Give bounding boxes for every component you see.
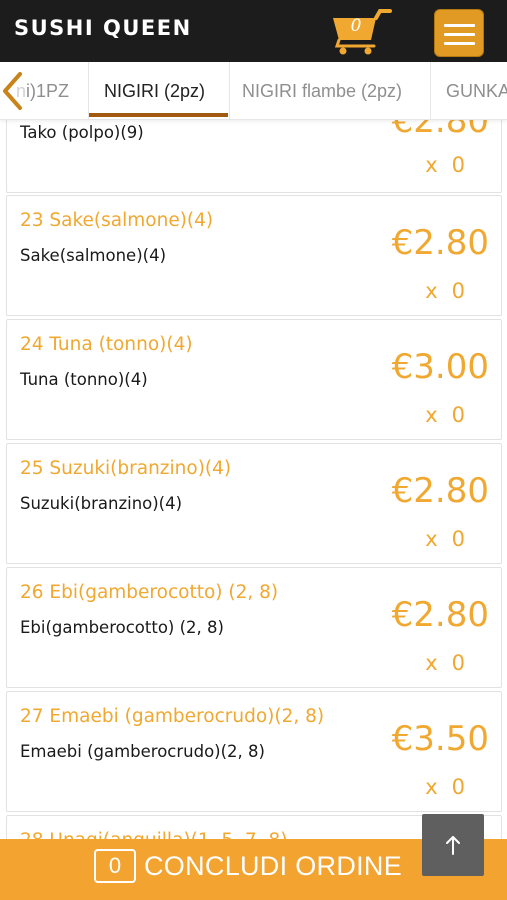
product-title: 23 Sake(salmone)(4) [20,210,214,231]
app-logo[interactable]: SUSHI QUEEN [14,16,192,40]
product-title: 27 Emaebi (gamberocrudo)(2, 8) [20,706,325,727]
product-price: €3.00 [391,347,489,387]
tab-nigiri[interactable]: NIGIRI (2pz) [104,62,205,119]
app: €2.80 Tako (polpo)(9) x0 23 Sake(salmone… [0,0,507,900]
chevron-left-icon[interactable] [0,62,26,120]
product-description: Tuna (tonno)(4) [20,370,148,389]
arrow-up-icon [446,836,460,855]
product-description: Sake(salmone)(4) [20,246,167,265]
active-tab-indicator [89,113,228,117]
quantity-value: 0 [451,775,465,799]
quantity-value: 0 [451,651,465,675]
quantity-multiplier: x [425,403,438,427]
product-price: €2.80 [391,223,489,263]
product-quantity[interactable]: x0 [425,527,465,551]
quantity-value: 0 [451,153,465,177]
quantity-multiplier: x [425,279,438,303]
product-title: 25 Suzuki(branzino)(4) [20,458,232,479]
product-description: Emaebi (gamberocrudo)(2, 8) [20,742,265,761]
quantity-multiplier: x [425,527,438,551]
product-price: €2.80 [391,595,489,635]
app-header: SUSHI QUEEN 0 [0,0,507,62]
product-description: Suzuki(branzino)(4) [20,494,183,513]
checkout-button-label: CONCLUDI ORDINE [144,851,403,881]
quantity-multiplier: x [425,153,438,177]
tab-divider [229,62,230,119]
product-list: €2.80 Tako (polpo)(9) x0 23 Sake(salmone… [0,0,507,900]
product-card[interactable]: 25 Suzuki(branzino)(4) Suzuki(branzino)(… [6,443,502,564]
menu-button[interactable] [434,9,484,57]
cart-count: 0 [350,16,362,36]
tab-gunkan[interactable]: GUNKAN [446,62,507,119]
product-quantity[interactable]: x0 [425,153,465,177]
tab-nigiri-flambe[interactable]: NIGIRI flambe (2pz) [242,62,402,119]
cart-button[interactable]: 0 [330,8,392,56]
product-quantity[interactable]: x0 [425,651,465,675]
tab-divider [88,62,89,119]
product-card[interactable]: 23 Sake(salmone)(4) Sake(salmone)(4) €2.… [6,195,502,316]
product-description: Ebi(gamberocotto) (2, 8) [20,618,224,637]
product-quantity[interactable]: x0 [425,775,465,799]
quantity-value: 0 [451,279,465,303]
order-count-badge: 0 [94,849,136,883]
product-quantity[interactable]: x0 [425,403,465,427]
tab-divider [430,62,431,119]
product-price: €2.80 [391,471,489,511]
quantity-multiplier: x [425,651,438,675]
quantity-value: 0 [451,527,465,551]
product-card[interactable]: 26 Ebi(gamberocotto) (2, 8) Ebi(gamberoc… [6,567,502,688]
category-tabs: ni)1PZ NIGIRI (2pz) NIGIRI flambe (2pz) … [0,62,507,120]
product-price: €3.50 [391,719,489,759]
scroll-to-top-button[interactable] [422,814,484,876]
product-card[interactable]: 27 Emaebi (gamberocrudo)(2, 8) Emaebi (g… [6,691,502,812]
product-description: Tako (polpo)(9) [20,123,144,142]
product-quantity[interactable]: x0 [425,279,465,303]
quantity-value: 0 [451,403,465,427]
product-card[interactable]: 24 Tuna (tonno)(4) Tuna (tonno)(4) €3.00… [6,319,502,440]
product-title: 24 Tuna (tonno)(4) [20,334,193,355]
product-title: 26 Ebi(gamberocotto) (2, 8) [20,582,279,603]
quantity-multiplier: x [425,775,438,799]
